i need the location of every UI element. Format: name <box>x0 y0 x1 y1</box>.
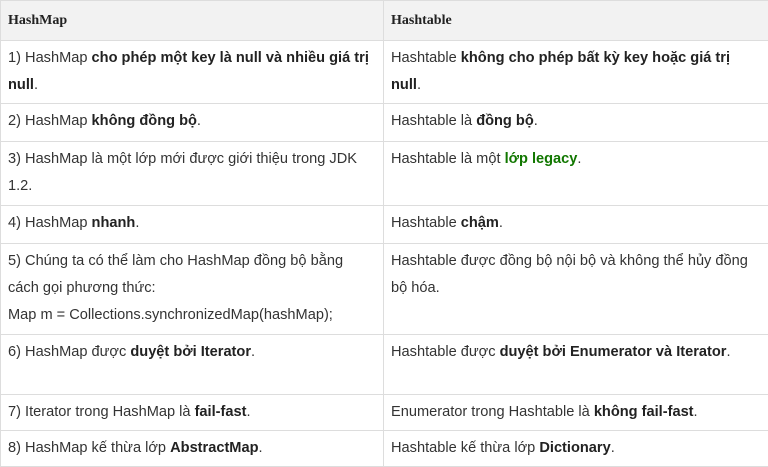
table-row: 8) HashMap kế thừa lớp AbstractMap.Hasht… <box>1 431 768 467</box>
cell-text: . <box>197 113 201 129</box>
table-row: 5) Chúng ta có thể làm cho HashMap đồng … <box>1 244 768 335</box>
bold-text: Dictionary <box>539 440 610 456</box>
cell-text: . <box>417 77 421 93</box>
bold-text: chậm <box>461 215 499 231</box>
cell-text: . <box>34 77 38 93</box>
hashmap-cell: 4) HashMap nhanh. <box>1 206 384 244</box>
hashtable-cell: Hashtable được duyệt bởi Enumerator và I… <box>384 335 768 395</box>
cell-text: 2) HashMap <box>8 113 92 129</box>
cell-text: Map m = Collections.synchronizedMap(hash… <box>8 307 333 323</box>
cell-text: . <box>135 215 139 231</box>
hashtable-cell: Hashtable được đồng bộ nội bộ và không t… <box>384 244 768 335</box>
hashtable-cell: Enumerator trong Hashtable là không fail… <box>384 395 768 431</box>
hashtable-cell: Hashtable không cho phép bất kỳ key hoặc… <box>384 41 768 104</box>
hashmap-cell: 8) HashMap kế thừa lớp AbstractMap. <box>1 431 384 467</box>
table-row: 4) HashMap nhanh.Hashtable chậm. <box>1 206 768 244</box>
header-hashtable: Hashtable <box>384 1 768 41</box>
bold-text: AbstractMap <box>170 440 258 456</box>
cell-text: . <box>246 404 250 420</box>
hashmap-cell: 1) HashMap cho phép một key là null và n… <box>1 41 384 104</box>
hashtable-cell: Hashtable là một lớp legacy. <box>384 142 768 206</box>
cell-text: 1) HashMap <box>8 50 92 66</box>
hashmap-cell: 6) HashMap được duyệt bởi Iterator. <box>1 335 384 395</box>
cell-text: . <box>577 151 581 167</box>
bold-text: không đồng bộ <box>92 113 197 129</box>
cell-text: Hashtable được đồng bộ nội bộ và không t… <box>391 253 748 296</box>
cell-text: Hashtable <box>391 215 461 231</box>
hashmap-cell: 2) HashMap không đồng bộ. <box>1 104 384 142</box>
bold-text: đồng bộ <box>476 113 534 129</box>
hashmap-cell: 3) HashMap là một lớp mới được giới thiệ… <box>1 142 384 206</box>
table-row: 2) HashMap không đồng bộ.Hashtable là đồ… <box>1 104 768 142</box>
comparison-table: HashMap Hashtable 1) HashMap cho phép mộ… <box>0 0 768 467</box>
cell-text: . <box>251 344 255 360</box>
cell-text: . <box>726 344 730 360</box>
table-row: 3) HashMap là một lớp mới được giới thiệ… <box>1 142 768 206</box>
cell-text: Hashtable là một <box>391 151 505 167</box>
bold-text: duyệt bởi Iterator <box>130 344 251 360</box>
table-body: 1) HashMap cho phép một key là null và n… <box>1 41 768 467</box>
bold-text: nhanh <box>92 215 136 231</box>
hashtable-cell: Hashtable là đồng bộ. <box>384 104 768 142</box>
hashtable-cell: Hashtable chậm. <box>384 206 768 244</box>
cell-text: . <box>534 113 538 129</box>
header-row: HashMap Hashtable <box>1 1 768 41</box>
hashmap-cell: 7) Iterator trong HashMap là fail-fast. <box>1 395 384 431</box>
cell-text: . <box>499 215 503 231</box>
cell-text: Hashtable <box>391 50 461 66</box>
hashtable-cell: Hashtable kế thừa lớp Dictionary. <box>384 431 768 467</box>
hashmap-cell: 5) Chúng ta có thể làm cho HashMap đồng … <box>1 244 384 335</box>
cell-text: 3) HashMap là một lớp mới được giới thiệ… <box>8 151 357 194</box>
cell-text: . <box>611 440 615 456</box>
bold-text: fail-fast <box>195 404 247 420</box>
bold-text: lớp legacy <box>505 151 578 167</box>
table-row: 6) HashMap được duyệt bởi Iterator.Hasht… <box>1 335 768 395</box>
cell-text: Hashtable được <box>391 344 500 360</box>
cell-text: 4) HashMap <box>8 215 92 231</box>
table-row: 1) HashMap cho phép một key là null và n… <box>1 41 768 104</box>
cell-text: Hashtable là <box>391 113 476 129</box>
header-hashmap: HashMap <box>1 1 384 41</box>
cell-text: . <box>259 440 263 456</box>
cell-text: Enumerator trong Hashtable là <box>391 404 594 420</box>
cell-text: 7) Iterator trong HashMap là <box>8 404 195 420</box>
cell-text: 6) HashMap được <box>8 344 130 360</box>
cell-text: . <box>694 404 698 420</box>
table-row: 7) Iterator trong HashMap là fail-fast.E… <box>1 395 768 431</box>
cell-text: 8) HashMap kế thừa lớp <box>8 440 170 456</box>
bold-text: không fail-fast <box>594 404 694 420</box>
bold-text: duyệt bởi Enumerator và Iterator <box>500 344 727 360</box>
cell-text: Hashtable kế thừa lớp <box>391 440 539 456</box>
cell-text: 5) Chúng ta có thể làm cho HashMap đồng … <box>8 253 343 296</box>
